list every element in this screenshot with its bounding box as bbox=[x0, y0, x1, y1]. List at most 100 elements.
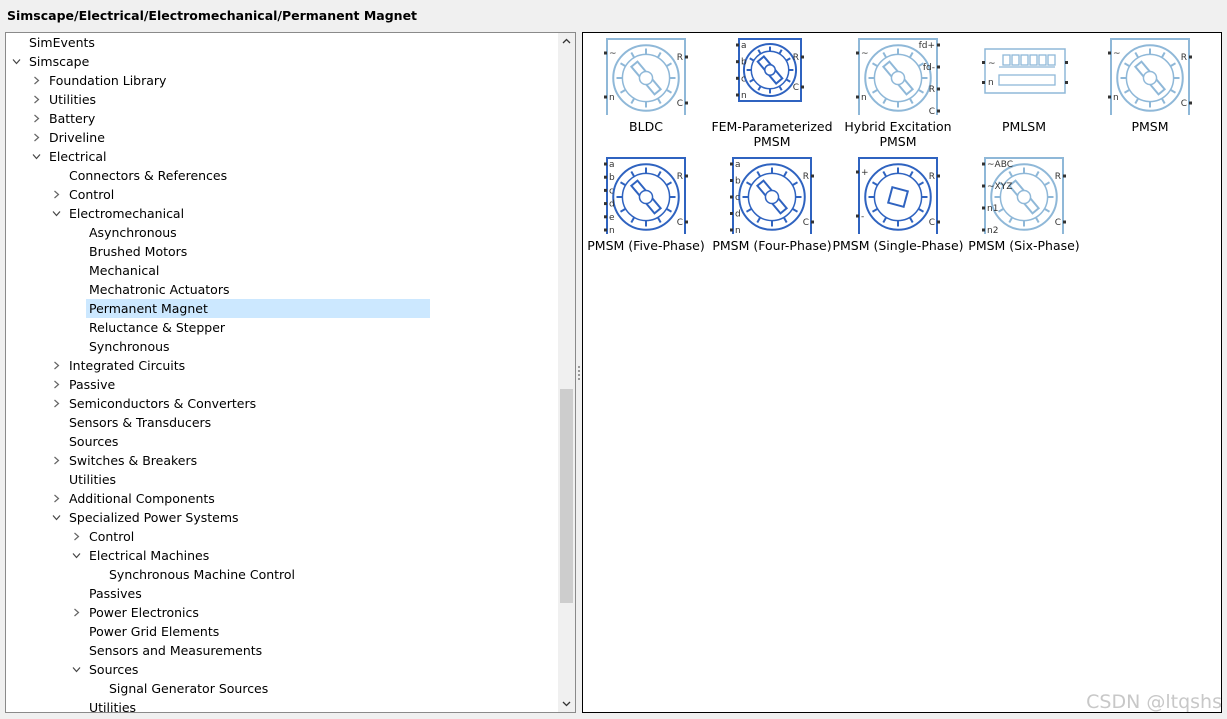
svg-text:n2: n2 bbox=[987, 226, 998, 234]
block-pmsm[interactable]: ~ n R C PMSM bbox=[1087, 33, 1213, 151]
svg-text:a: a bbox=[735, 160, 741, 170]
svg-text:c: c bbox=[735, 193, 740, 203]
svg-text:fd+: fd+ bbox=[919, 41, 935, 51]
chevron-right-icon[interactable] bbox=[30, 128, 42, 147]
tree-item-utilities[interactable]: Utilities bbox=[6, 698, 561, 712]
chevron-down-icon[interactable] bbox=[50, 204, 62, 223]
tree-item-simevents[interactable]: SimEvents bbox=[6, 33, 561, 52]
tree-item-power-grid-elements[interactable]: Power Grid Elements bbox=[6, 622, 561, 641]
chevron-right-icon[interactable] bbox=[30, 109, 42, 128]
chevron-right-icon[interactable] bbox=[50, 356, 62, 375]
chevron-down-icon[interactable] bbox=[70, 546, 82, 565]
tree-item-label: Permanent Magnet bbox=[86, 299, 430, 318]
tree-item-electrical-machines[interactable]: Electrical Machines bbox=[6, 546, 561, 565]
block-pmsm-five-phase[interactable]: a b c d e n R C PMSM (Five-Phase) bbox=[583, 152, 709, 270]
tree-item-synchronous[interactable]: Synchronous bbox=[6, 337, 561, 356]
svg-text:a: a bbox=[741, 41, 747, 51]
block-fem-parameterized-pmsm[interactable]: a b c n R C FEM-Parameterized PMSM bbox=[709, 33, 835, 151]
chevron-down-icon[interactable] bbox=[30, 147, 42, 166]
svg-text:R: R bbox=[1055, 172, 1061, 182]
tree-item-integrated-circuits[interactable]: Integrated Circuits bbox=[6, 356, 561, 375]
block-pmsm-four-phase[interactable]: a b c d n R C PMSM (Four-Phase) bbox=[709, 152, 835, 270]
tree-item-sources[interactable]: Sources bbox=[6, 660, 561, 679]
tree-item-passive[interactable]: Passive bbox=[6, 375, 561, 394]
chevron-right-icon[interactable] bbox=[70, 527, 82, 546]
block-palette: ~ n R C BLDC a b c n R C FEM-Parameterized PMSM ~ n fd+… bbox=[582, 32, 1222, 713]
tree-item-sources[interactable]: Sources bbox=[6, 432, 561, 451]
scroll-thumb[interactable] bbox=[560, 389, 573, 603]
chevron-down-icon[interactable] bbox=[50, 508, 62, 527]
tree-item-signal-generator-sources[interactable]: Signal Generator Sources bbox=[6, 679, 561, 698]
chevron-right-icon[interactable] bbox=[30, 90, 42, 109]
svg-text:n1: n1 bbox=[987, 204, 998, 214]
motor-block-icon[interactable]: ~ABC ~XYZ n1 n2 R C bbox=[961, 152, 1087, 237]
tree-item-switches-breakers[interactable]: Switches & Breakers bbox=[6, 451, 561, 470]
tree-item-mechanical[interactable]: Mechanical bbox=[6, 261, 561, 280]
chevron-down-icon[interactable] bbox=[70, 660, 82, 679]
svg-text:c: c bbox=[609, 186, 614, 196]
tree-item-power-electronics[interactable]: Power Electronics bbox=[6, 603, 561, 622]
tree-item-sensors-transducers[interactable]: Sensors & Transducers bbox=[6, 413, 561, 432]
block-pmsm-six-phase[interactable]: ~ABC ~XYZ n1 n2 R C PMSM (Six-Phase) bbox=[961, 152, 1087, 270]
tree-item-foundation-library[interactable]: Foundation Library bbox=[6, 71, 561, 90]
motor-block-icon[interactable]: abcden R C bbox=[583, 152, 709, 237]
chevron-right-icon[interactable] bbox=[70, 603, 82, 622]
scroll-down-icon[interactable] bbox=[558, 695, 575, 712]
tree-item-electrical[interactable]: Electrical bbox=[6, 147, 561, 166]
tree-item-semiconductors-converters[interactable]: Semiconductors & Converters bbox=[6, 394, 561, 413]
tree-item-label: Integrated Circuits bbox=[69, 358, 186, 373]
tree-item-passives[interactable]: Passives bbox=[6, 584, 561, 603]
tree-item-specialized-power-systems[interactable]: Specialized Power Systems bbox=[6, 508, 561, 527]
block-pmlsm[interactable]: ~ n PMLSM bbox=[961, 33, 1087, 151]
tree-item-label: Battery bbox=[49, 111, 96, 126]
tree-item-driveline[interactable]: Driveline bbox=[6, 128, 561, 147]
chevron-right-icon[interactable] bbox=[30, 71, 42, 90]
tree-item-control[interactable]: Control bbox=[6, 527, 561, 546]
chevron-down-icon[interactable] bbox=[10, 52, 22, 71]
tree-item-permanent-magnet[interactable]: Permanent Magnet bbox=[6, 299, 561, 318]
block-bldc[interactable]: ~ n R C BLDC bbox=[583, 33, 709, 151]
tree-item-label: Control bbox=[89, 529, 135, 544]
tree-item-additional-components[interactable]: Additional Components bbox=[6, 489, 561, 508]
tree-item-label: Simscape bbox=[29, 54, 90, 69]
block-hybrid-excitation-pmsm[interactable]: ~ n fd+ fd- R C Hybrid Excitation PMSM bbox=[835, 33, 961, 151]
svg-text:n: n bbox=[861, 93, 867, 103]
tree-item-reluctance-stepper[interactable]: Reluctance & Stepper bbox=[6, 318, 561, 337]
motor-block-icon[interactable]: ~ n bbox=[961, 33, 1087, 115]
tree-item-utilities[interactable]: Utilities bbox=[6, 90, 561, 109]
tree-item-connectors-references[interactable]: Connectors & References bbox=[6, 166, 561, 185]
tree-item-sensors-and-measurements[interactable]: Sensors and Measurements bbox=[6, 641, 561, 660]
chevron-right-icon[interactable] bbox=[50, 375, 62, 394]
motor-block-icon[interactable]: ~ n fd+ fd- R C bbox=[835, 33, 961, 118]
motor-block-icon[interactable]: ~ n R C bbox=[583, 33, 709, 118]
motor-block-icon[interactable]: abcdn R C bbox=[709, 152, 835, 237]
tree-item-synchronous-machine-control[interactable]: Synchronous Machine Control bbox=[6, 565, 561, 584]
svg-text:R: R bbox=[793, 53, 799, 63]
svg-text:n: n bbox=[741, 91, 747, 101]
chevron-right-icon[interactable] bbox=[50, 185, 62, 204]
tree-item-asynchronous[interactable]: Asynchronous bbox=[6, 223, 561, 242]
scroll-up-icon[interactable] bbox=[558, 33, 575, 50]
tree-item-control[interactable]: Control bbox=[6, 185, 561, 204]
tree-item-electromechanical[interactable]: Electromechanical bbox=[6, 204, 561, 223]
tree-item-brushed-motors[interactable]: Brushed Motors bbox=[6, 242, 561, 261]
breadcrumb: Simscape/Electrical/Electromechanical/Pe… bbox=[7, 8, 418, 23]
motor-block-icon[interactable]: abcn R C bbox=[709, 33, 835, 115]
library-tree[interactable]: SimEvents Simscape Foundation Library Utili… bbox=[5, 32, 576, 713]
motor-block-icon[interactable]: + - R C bbox=[835, 152, 961, 237]
tree-item-battery[interactable]: Battery bbox=[6, 109, 561, 128]
tree-item-label: Reluctance & Stepper bbox=[89, 320, 226, 335]
tree-item-utilities[interactable]: Utilities bbox=[6, 470, 561, 489]
tree-item-mechatronic-actuators[interactable]: Mechatronic Actuators bbox=[6, 280, 561, 299]
watermark: CSDN @ltqshs bbox=[1086, 691, 1222, 713]
svg-text:~: ~ bbox=[1113, 49, 1121, 59]
block-label: Hybrid Excitation PMSM bbox=[844, 119, 952, 149]
tree-item-label: Driveline bbox=[49, 130, 105, 145]
tree-scrollbar[interactable] bbox=[558, 33, 575, 712]
chevron-right-icon[interactable] bbox=[50, 451, 62, 470]
tree-item-simscape[interactable]: Simscape bbox=[6, 52, 561, 71]
block-pmsm-single-phase[interactable]: + - R C PMSM (Single-Phase) bbox=[832, 152, 964, 270]
motor-block-icon[interactable]: ~ n R C bbox=[1087, 33, 1213, 118]
chevron-right-icon[interactable] bbox=[50, 489, 62, 508]
chevron-right-icon[interactable] bbox=[50, 394, 62, 413]
